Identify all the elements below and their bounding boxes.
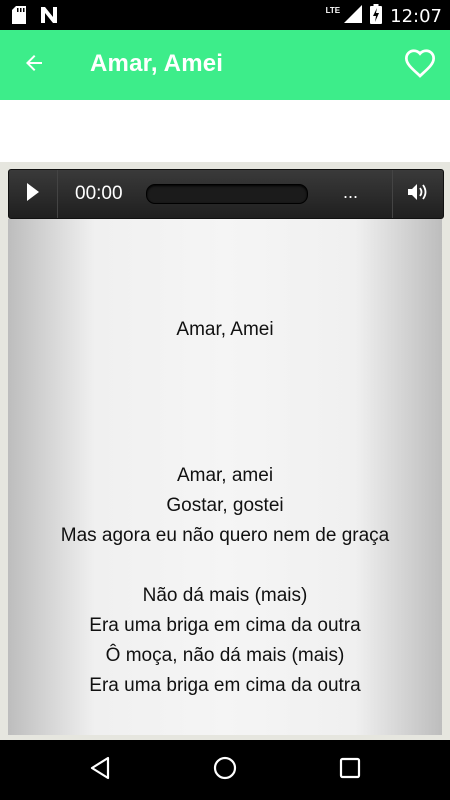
progress-bar[interactable]: [146, 184, 308, 204]
lyrics-panel: Amar, Amei Amar, amei Gostar, gostei Mas…: [8, 219, 442, 735]
play-button[interactable]: [9, 170, 58, 218]
lyric-line: Amar, amei: [176, 465, 274, 486]
lyric-line: [8, 551, 442, 581]
nav-recents-button[interactable]: [334, 756, 366, 784]
status-bar: LTE 12:07: [0, 0, 450, 30]
arrow-back-icon: [22, 51, 46, 80]
nav-back-button[interactable]: [84, 756, 116, 784]
lyric-line: Gostar, gostei: [166, 495, 284, 516]
volume-icon: [407, 182, 429, 207]
lyric-line: Não dá mais (mais): [142, 585, 308, 606]
navigation-bar: [0, 740, 450, 800]
n-notification-icon: [40, 6, 58, 29]
status-time: 12:07: [390, 5, 442, 27]
back-button[interactable]: [18, 51, 50, 79]
signal-icon: [344, 5, 363, 28]
current-time: 00:00: [75, 183, 123, 204]
battery-charging-icon: [370, 4, 383, 29]
network-type: LTE: [325, 6, 341, 15]
back-triangle-icon: [89, 756, 111, 785]
lyric-line: Ô moça, não dá mais (mais): [105, 645, 345, 666]
nav-home-button[interactable]: [209, 756, 241, 784]
play-icon: [26, 182, 40, 207]
favorite-button[interactable]: [402, 48, 438, 82]
volume-button[interactable]: [392, 170, 443, 218]
lyric-line: Era uma briga em cima da outra: [89, 615, 361, 636]
duration: ...: [343, 182, 359, 202]
lyric-line: Era uma briga em cima da outra: [89, 675, 361, 696]
home-circle-icon: [212, 755, 238, 786]
sd-card-icon: [12, 6, 26, 29]
header-spacer: [0, 100, 450, 162]
audio-player: 00:00 ...: [8, 169, 444, 219]
lyrics-text: Amar, amei Gostar, gostei Mas agora eu n…: [8, 461, 442, 701]
app-bar: Amar, Amei: [0, 30, 450, 100]
recents-square-icon: [339, 757, 361, 784]
heart-outline-icon: [403, 48, 437, 83]
lyrics-title: Amar, Amei: [176, 319, 274, 340]
page-title: Amar, Amei: [90, 50, 224, 77]
lyric-line: Mas agora eu não quero nem de graça: [60, 525, 390, 546]
